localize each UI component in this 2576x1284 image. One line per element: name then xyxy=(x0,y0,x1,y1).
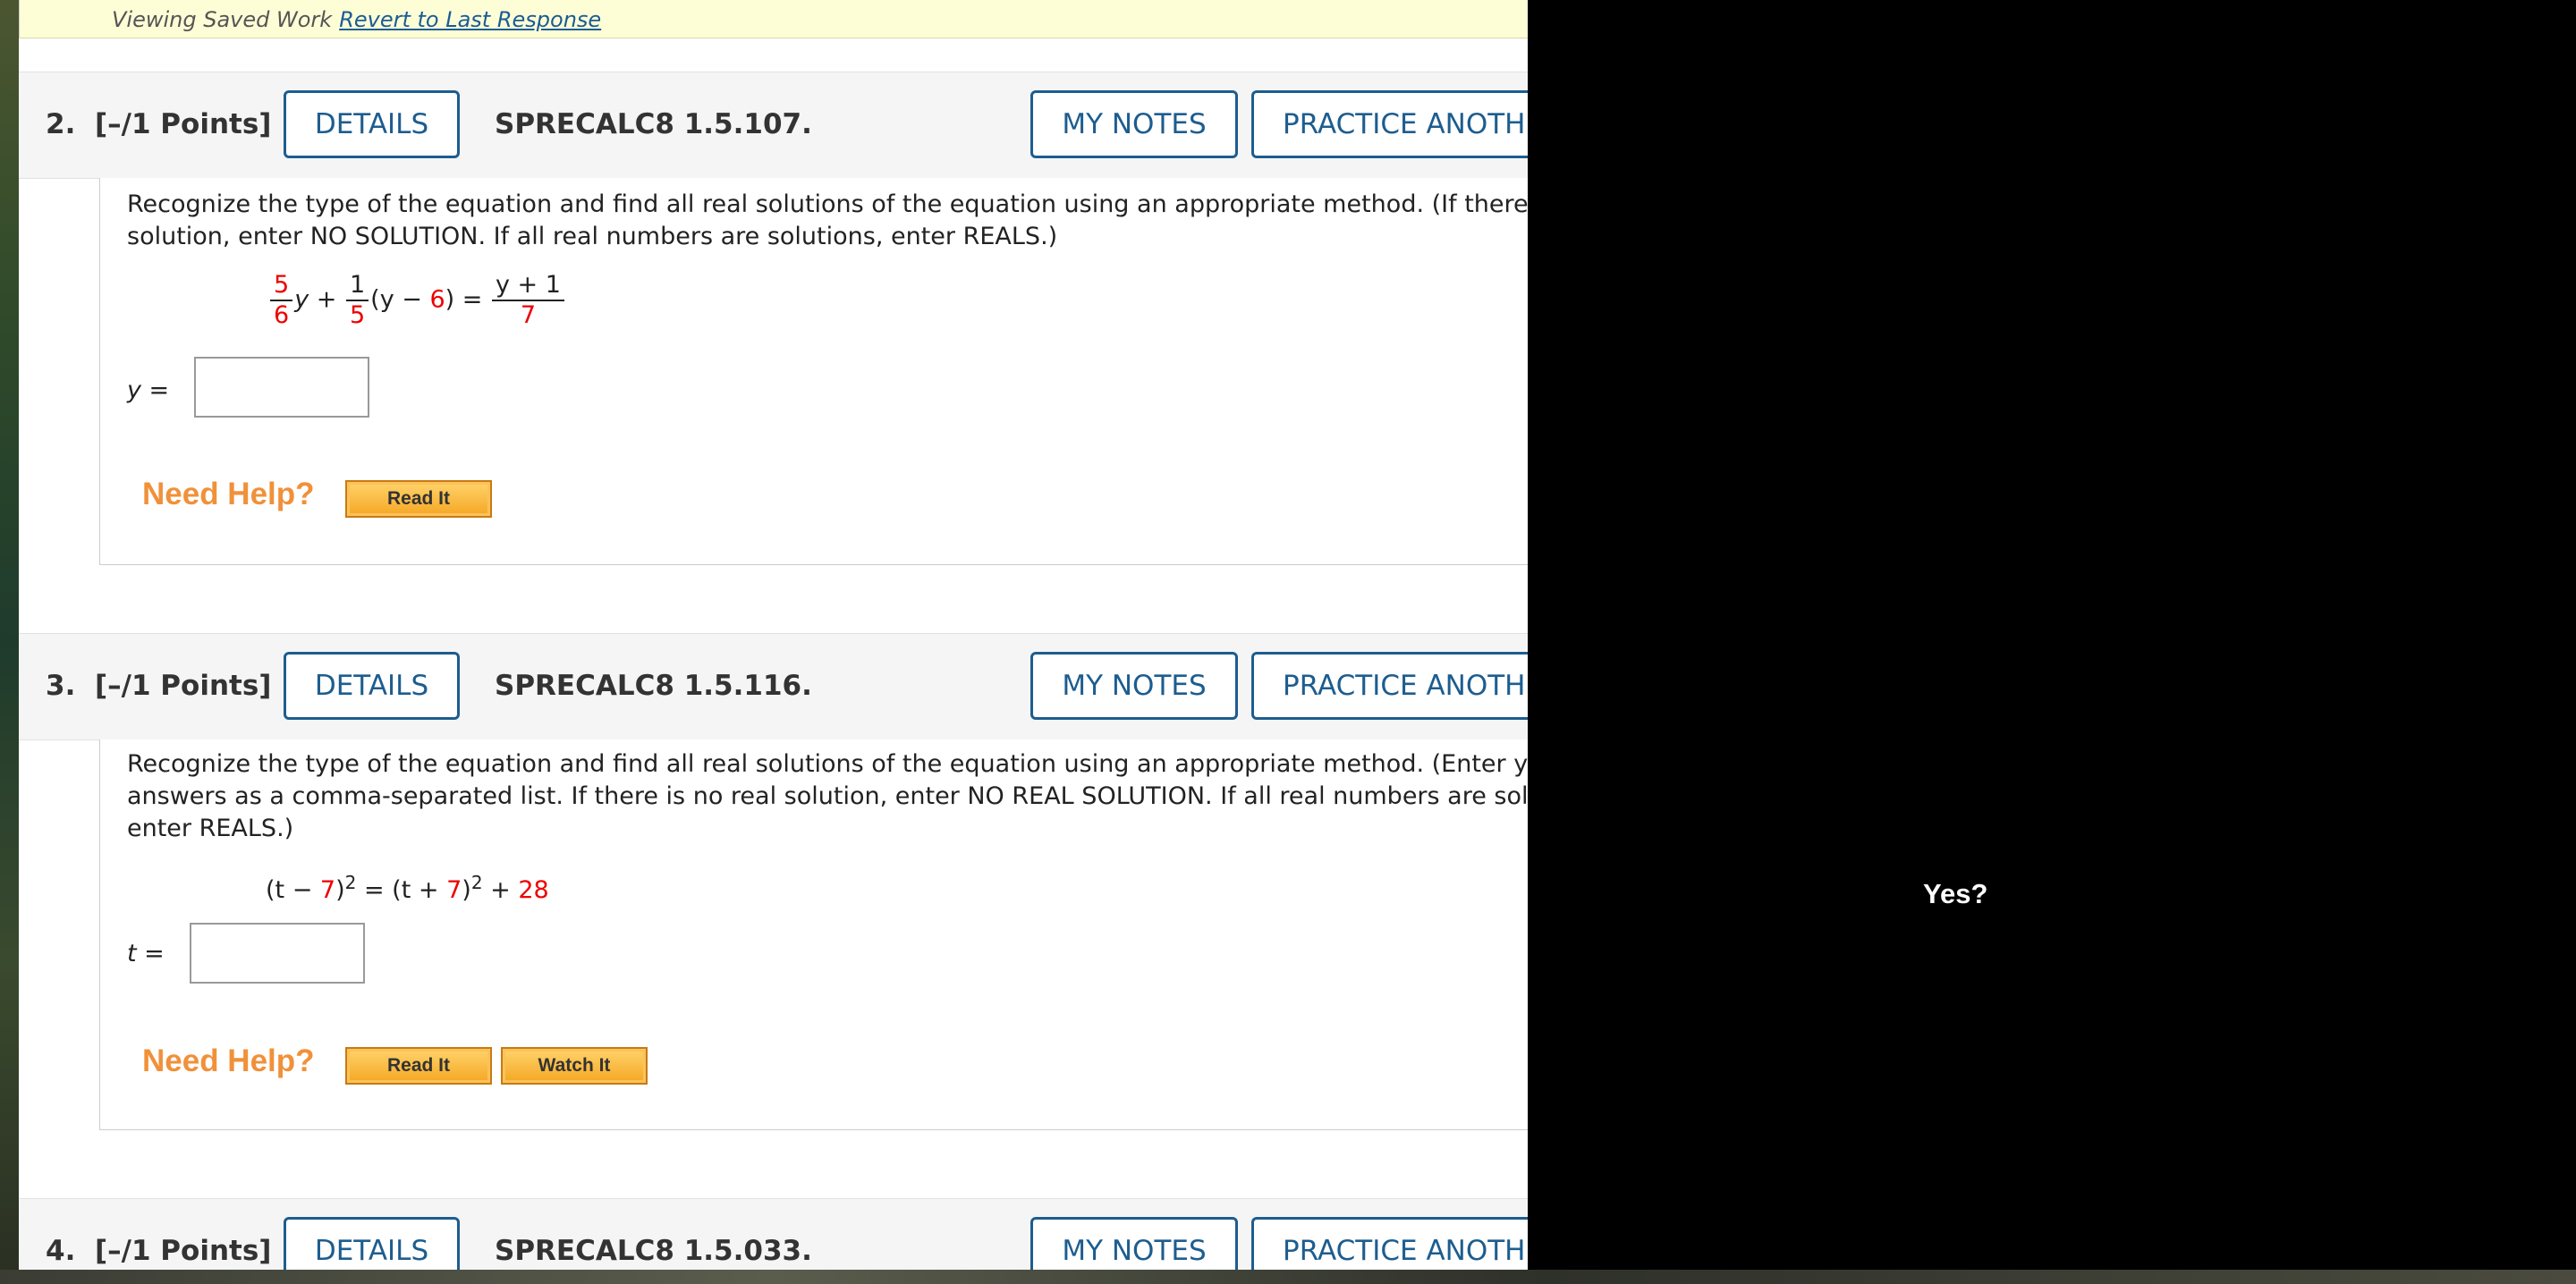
question-2-header: 2. [–/1 Points] DETAILS SPRECALC8 1.5.10… xyxy=(19,72,1528,179)
my-notes-button[interactable]: MY NOTES xyxy=(1030,90,1238,158)
exponent: 2 xyxy=(470,872,483,893)
need-help-label: Need Help? xyxy=(142,477,315,511)
desktop-background-edge xyxy=(0,0,19,1284)
question-3-header: 3. [–/1 Points] DETAILS SPRECALC8 1.5.11… xyxy=(19,633,1528,740)
fraction-numerator: 5 xyxy=(270,271,293,301)
fraction-numerator: y + 1 xyxy=(492,271,564,301)
equation-term: (y − xyxy=(370,285,430,314)
equation-term: ) = xyxy=(445,285,483,314)
question-text-line: Recognize the type of the equation and f… xyxy=(127,750,1528,778)
question-number-label: 4. xyxy=(46,1235,76,1267)
equation-term: + xyxy=(482,876,519,904)
equation-constant: 7 xyxy=(319,876,336,904)
equation-constant: 28 xyxy=(518,876,549,904)
answer-input[interactable] xyxy=(190,923,365,984)
question-2-body: Recognize the type of the equation and f… xyxy=(99,178,1528,565)
equation-constant: 7 xyxy=(446,876,462,904)
webassign-page: Viewing Saved Work Revert to Last Respons… xyxy=(19,0,1528,1284)
question-number-label: 3. xyxy=(46,670,76,702)
read-it-button[interactable]: Read It xyxy=(345,480,492,518)
fraction: 15 xyxy=(345,271,369,330)
equation-term: (t − xyxy=(266,876,320,904)
points-label: [–/1 Points] xyxy=(94,1235,272,1267)
details-button[interactable]: DETAILS xyxy=(284,652,460,720)
overlay-panel xyxy=(1528,0,2576,1270)
equation-term: ) xyxy=(462,876,471,904)
question-text-line: answers as a comma-separated list. If th… xyxy=(127,782,1528,810)
answer-label: y = xyxy=(127,376,170,404)
desktop-background-strip xyxy=(0,1270,2576,1284)
question-text-line: enter REALS.) xyxy=(127,815,294,842)
saved-work-banner: Viewing Saved Work Revert to Last Respons… xyxy=(19,0,1528,38)
fraction-denominator: 5 xyxy=(349,301,366,329)
fraction-denominator: 6 xyxy=(274,301,290,329)
watch-it-button[interactable]: Watch It xyxy=(501,1047,648,1085)
question-number: 3. [–/1 Points] xyxy=(46,670,271,702)
question-code: SPRECALC8 1.5.033. xyxy=(495,1235,812,1267)
equation-constant: 6 xyxy=(429,285,445,314)
saved-work-label: Viewing Saved Work xyxy=(112,7,333,32)
equation-term: = (t + xyxy=(356,876,447,904)
question-text-line: Recognize the type of the equation and f… xyxy=(127,190,1528,218)
fraction: y + 17 xyxy=(492,271,564,330)
question-code: SPRECALC8 1.5.116. xyxy=(495,670,812,702)
equation: 56y + 1 5 (y − 6) = y + 17 xyxy=(268,271,566,330)
answer-label: t = xyxy=(127,940,165,967)
question-number-label: 2. xyxy=(46,108,76,140)
practice-another-button[interactable]: PRACTICE ANOTHER xyxy=(1251,90,1528,158)
equation-term: ) xyxy=(335,876,345,904)
question-text-line: solution, enter NO SOLUTION. If all real… xyxy=(127,223,1058,250)
equation: (t − 7)2 = (t + 7)2 + 28 xyxy=(266,872,549,904)
question-3-body: Recognize the type of the equation and f… xyxy=(99,739,1528,1130)
overlay-prompt: Yes? xyxy=(1923,878,1988,909)
equation-term: y + xyxy=(294,285,337,314)
question-number: 2. [–/1 Points] xyxy=(46,108,271,140)
question-code: SPRECALC8 1.5.107. xyxy=(495,108,812,140)
question-text: Recognize the type of the equation and f… xyxy=(127,748,1528,845)
answer-input[interactable] xyxy=(194,357,369,418)
fraction: 56 xyxy=(270,271,293,330)
question-number: 4. [–/1 Points] xyxy=(46,1235,271,1267)
details-button[interactable]: DETAILS xyxy=(284,90,460,158)
fraction-denominator: 7 xyxy=(520,301,537,329)
exponent: 2 xyxy=(344,872,357,893)
points-label: [–/1 Points] xyxy=(94,108,272,140)
points-label: [–/1 Points] xyxy=(94,670,272,702)
need-help-label: Need Help? xyxy=(142,1043,315,1078)
revert-link[interactable]: Revert to Last Response xyxy=(339,7,601,32)
fraction-numerator: 1 xyxy=(345,271,369,301)
question-text: Recognize the type of the equation and f… xyxy=(127,189,1528,253)
practice-another-button[interactable]: PRACTICE ANOTHER xyxy=(1251,652,1528,720)
read-it-button[interactable]: Read It xyxy=(345,1047,492,1085)
my-notes-button[interactable]: MY NOTES xyxy=(1030,652,1238,720)
saved-work-text: Viewing Saved Work Revert to Last Respons… xyxy=(112,7,601,32)
